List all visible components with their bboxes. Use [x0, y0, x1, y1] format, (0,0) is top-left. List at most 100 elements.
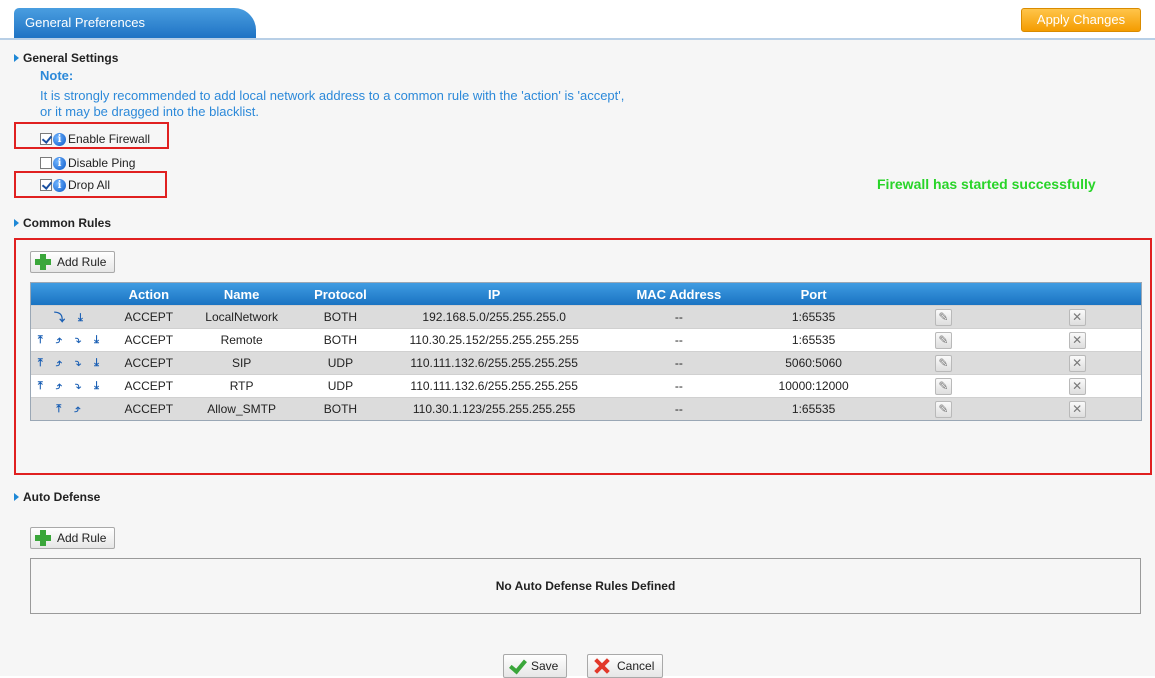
highlight-box-enable-firewall	[14, 122, 169, 149]
disable-ping-label: Disable Ping	[68, 156, 136, 170]
note-text-line2: or it may be dragged into the blacklist.	[40, 104, 259, 119]
cell-delete: ✕	[1013, 377, 1141, 395]
cell-protocol: UDP	[327, 379, 354, 393]
cancel-x-icon	[593, 658, 611, 674]
cell-port: 1:65535	[791, 310, 836, 324]
cell-action: ACCEPT	[124, 310, 174, 324]
edit-pencil-icon[interactable]: ✎	[934, 308, 952, 326]
cell-ip: 192.168.5.0/255.255.255.0	[422, 310, 566, 324]
firewall-status-message: Firewall has started successfully	[877, 176, 1096, 192]
header-bar: General Preferences Apply Changes	[0, 0, 1155, 40]
note-text-line1: It is strongly recommended to add local …	[40, 88, 625, 103]
table-row: ⤵ ⤓ ACCEPT LocalNetwork BOTH 192.168.5.0…	[31, 305, 1141, 328]
plus-icon	[35, 254, 51, 270]
plus-icon	[35, 530, 51, 546]
edit-pencil-icon[interactable]: ✎	[934, 377, 952, 395]
delete-x-icon[interactable]: ✕	[1068, 377, 1086, 395]
general-settings-header: General Settings	[14, 51, 118, 65]
checkmark-icon	[509, 659, 525, 673]
cell-protocol: BOTH	[323, 402, 358, 416]
cell-action: ACCEPT	[124, 379, 174, 393]
cancel-button[interactable]: Cancel	[587, 654, 664, 678]
cell-mac: --	[674, 356, 683, 370]
add-common-rule-button[interactable]: Add Rule	[30, 251, 116, 273]
cell-delete: ✕	[1013, 308, 1141, 326]
move-arrows-icon[interactable]: ⤵ ⤓	[31, 309, 111, 325]
column-header-action: Action	[128, 286, 170, 302]
column-header-protocol: Protocol	[314, 286, 367, 302]
cell-ip: 110.30.1.123/255.255.255.255	[412, 402, 576, 416]
cell-ip: 110.30.25.152/255.255.255.255	[409, 333, 579, 347]
cell-action: ACCEPT	[124, 333, 174, 347]
delete-x-icon[interactable]: ✕	[1068, 354, 1086, 372]
cell-name: Allow_SMTP	[207, 402, 276, 416]
apply-changes-button[interactable]: Apply Changes	[1021, 8, 1141, 32]
table-header: Action Name Protocol IP MAC Address Port	[31, 283, 1141, 305]
common-rules-table: Action Name Protocol IP MAC Address Port…	[30, 282, 1142, 421]
table-row: ⤒ ⤴ ⤵ ⤓ ACCEPT Remote BOTH 110.30.25.152…	[31, 328, 1141, 351]
move-arrows-icon[interactable]: ⤒ ⤴ ⤵ ⤓	[31, 357, 111, 370]
cancel-label: Cancel	[617, 659, 655, 673]
cell-action: ACCEPT	[124, 356, 174, 370]
move-arrows-icon[interactable]: ⤒ ⤴ ⤵ ⤓	[31, 380, 111, 393]
add-rule-label: Add Rule	[57, 531, 107, 545]
cell-mac: --	[674, 379, 683, 393]
column-header-ip: IP	[488, 286, 501, 302]
info-icon[interactable]: i	[53, 156, 66, 170]
table-row: ⤒ ⤴ ⤵ ⤓ ACCEPT RTP UDP 110.111.132.6/255…	[31, 374, 1141, 397]
table-row: ⤒ ⤴ ⤵ ⤓ ACCEPT SIP UDP 110.111.132.6/255…	[31, 351, 1141, 374]
move-arrows-icon[interactable]: ⤒ ⤴ ⤵ ⤓	[31, 334, 111, 347]
delete-x-icon[interactable]: ✕	[1068, 308, 1086, 326]
cell-edit: ✎	[873, 377, 1013, 395]
cell-mac: --	[674, 333, 683, 347]
firewall-settings-page: General Preferences Apply Changes Genera…	[0, 0, 1155, 678]
highlight-box-drop-all	[14, 171, 167, 198]
cell-protocol: BOTH	[323, 333, 358, 347]
cell-edit: ✎	[873, 331, 1013, 349]
cell-protocol: BOTH	[323, 310, 358, 324]
cell-port: 1:65535	[791, 333, 836, 347]
cell-name: SIP	[231, 356, 252, 370]
note-title: Note:	[40, 68, 74, 83]
cell-protocol: UDP	[327, 356, 354, 370]
common-rules-header: Common Rules	[14, 216, 111, 230]
cell-name: Remote	[220, 333, 263, 347]
move-arrows-icon[interactable]: ⤒ ⤴	[31, 403, 111, 416]
delete-x-icon[interactable]: ✕	[1068, 331, 1086, 349]
auto-defense-header: Auto Defense	[14, 490, 100, 504]
tab-general-preferences[interactable]: General Preferences	[14, 8, 256, 38]
cell-port: 10000:12000	[778, 379, 849, 393]
cell-name: LocalNetwork	[205, 310, 278, 324]
add-rule-label: Add Rule	[57, 255, 107, 269]
auto-defense-empty-state: No Auto Defense Rules Defined	[30, 558, 1141, 614]
delete-x-icon[interactable]: ✕	[1068, 400, 1086, 418]
edit-pencil-icon[interactable]: ✎	[934, 400, 952, 418]
cell-ip: 110.111.132.6/255.255.255.255	[410, 356, 578, 370]
cell-mac: --	[674, 310, 683, 324]
cell-mac: --	[674, 402, 683, 416]
edit-pencil-icon[interactable]: ✎	[934, 331, 952, 349]
table-row: ⤒ ⤴ ACCEPT Allow_SMTP BOTH 110.30.1.123/…	[31, 397, 1141, 420]
column-header-name: Name	[223, 286, 260, 302]
edit-pencil-icon[interactable]: ✎	[934, 354, 952, 372]
section-title: Common Rules	[23, 216, 112, 230]
section-arrow-icon	[14, 493, 19, 501]
cell-delete: ✕	[1013, 400, 1141, 418]
add-auto-defense-rule-button[interactable]: Add Rule	[30, 527, 116, 549]
cell-name: RTP	[229, 379, 254, 393]
cell-action: ACCEPT	[124, 402, 174, 416]
section-title: General Settings	[23, 51, 119, 65]
cell-port: 5060:5060	[785, 356, 842, 370]
column-header-mac: MAC Address	[636, 286, 722, 302]
save-label: Save	[531, 659, 559, 673]
header-divider	[0, 38, 1155, 40]
cell-edit: ✎	[873, 400, 1013, 418]
cell-ip: 110.111.132.6/255.255.255.255	[410, 379, 578, 393]
cell-delete: ✕	[1013, 331, 1141, 349]
section-arrow-icon	[14, 219, 19, 227]
disable-ping-option: i Disable Ping	[40, 154, 135, 172]
cell-delete: ✕	[1013, 354, 1141, 372]
save-button[interactable]: Save	[503, 654, 568, 678]
column-header-port: Port	[800, 286, 827, 302]
disable-ping-checkbox[interactable]	[40, 157, 52, 169]
